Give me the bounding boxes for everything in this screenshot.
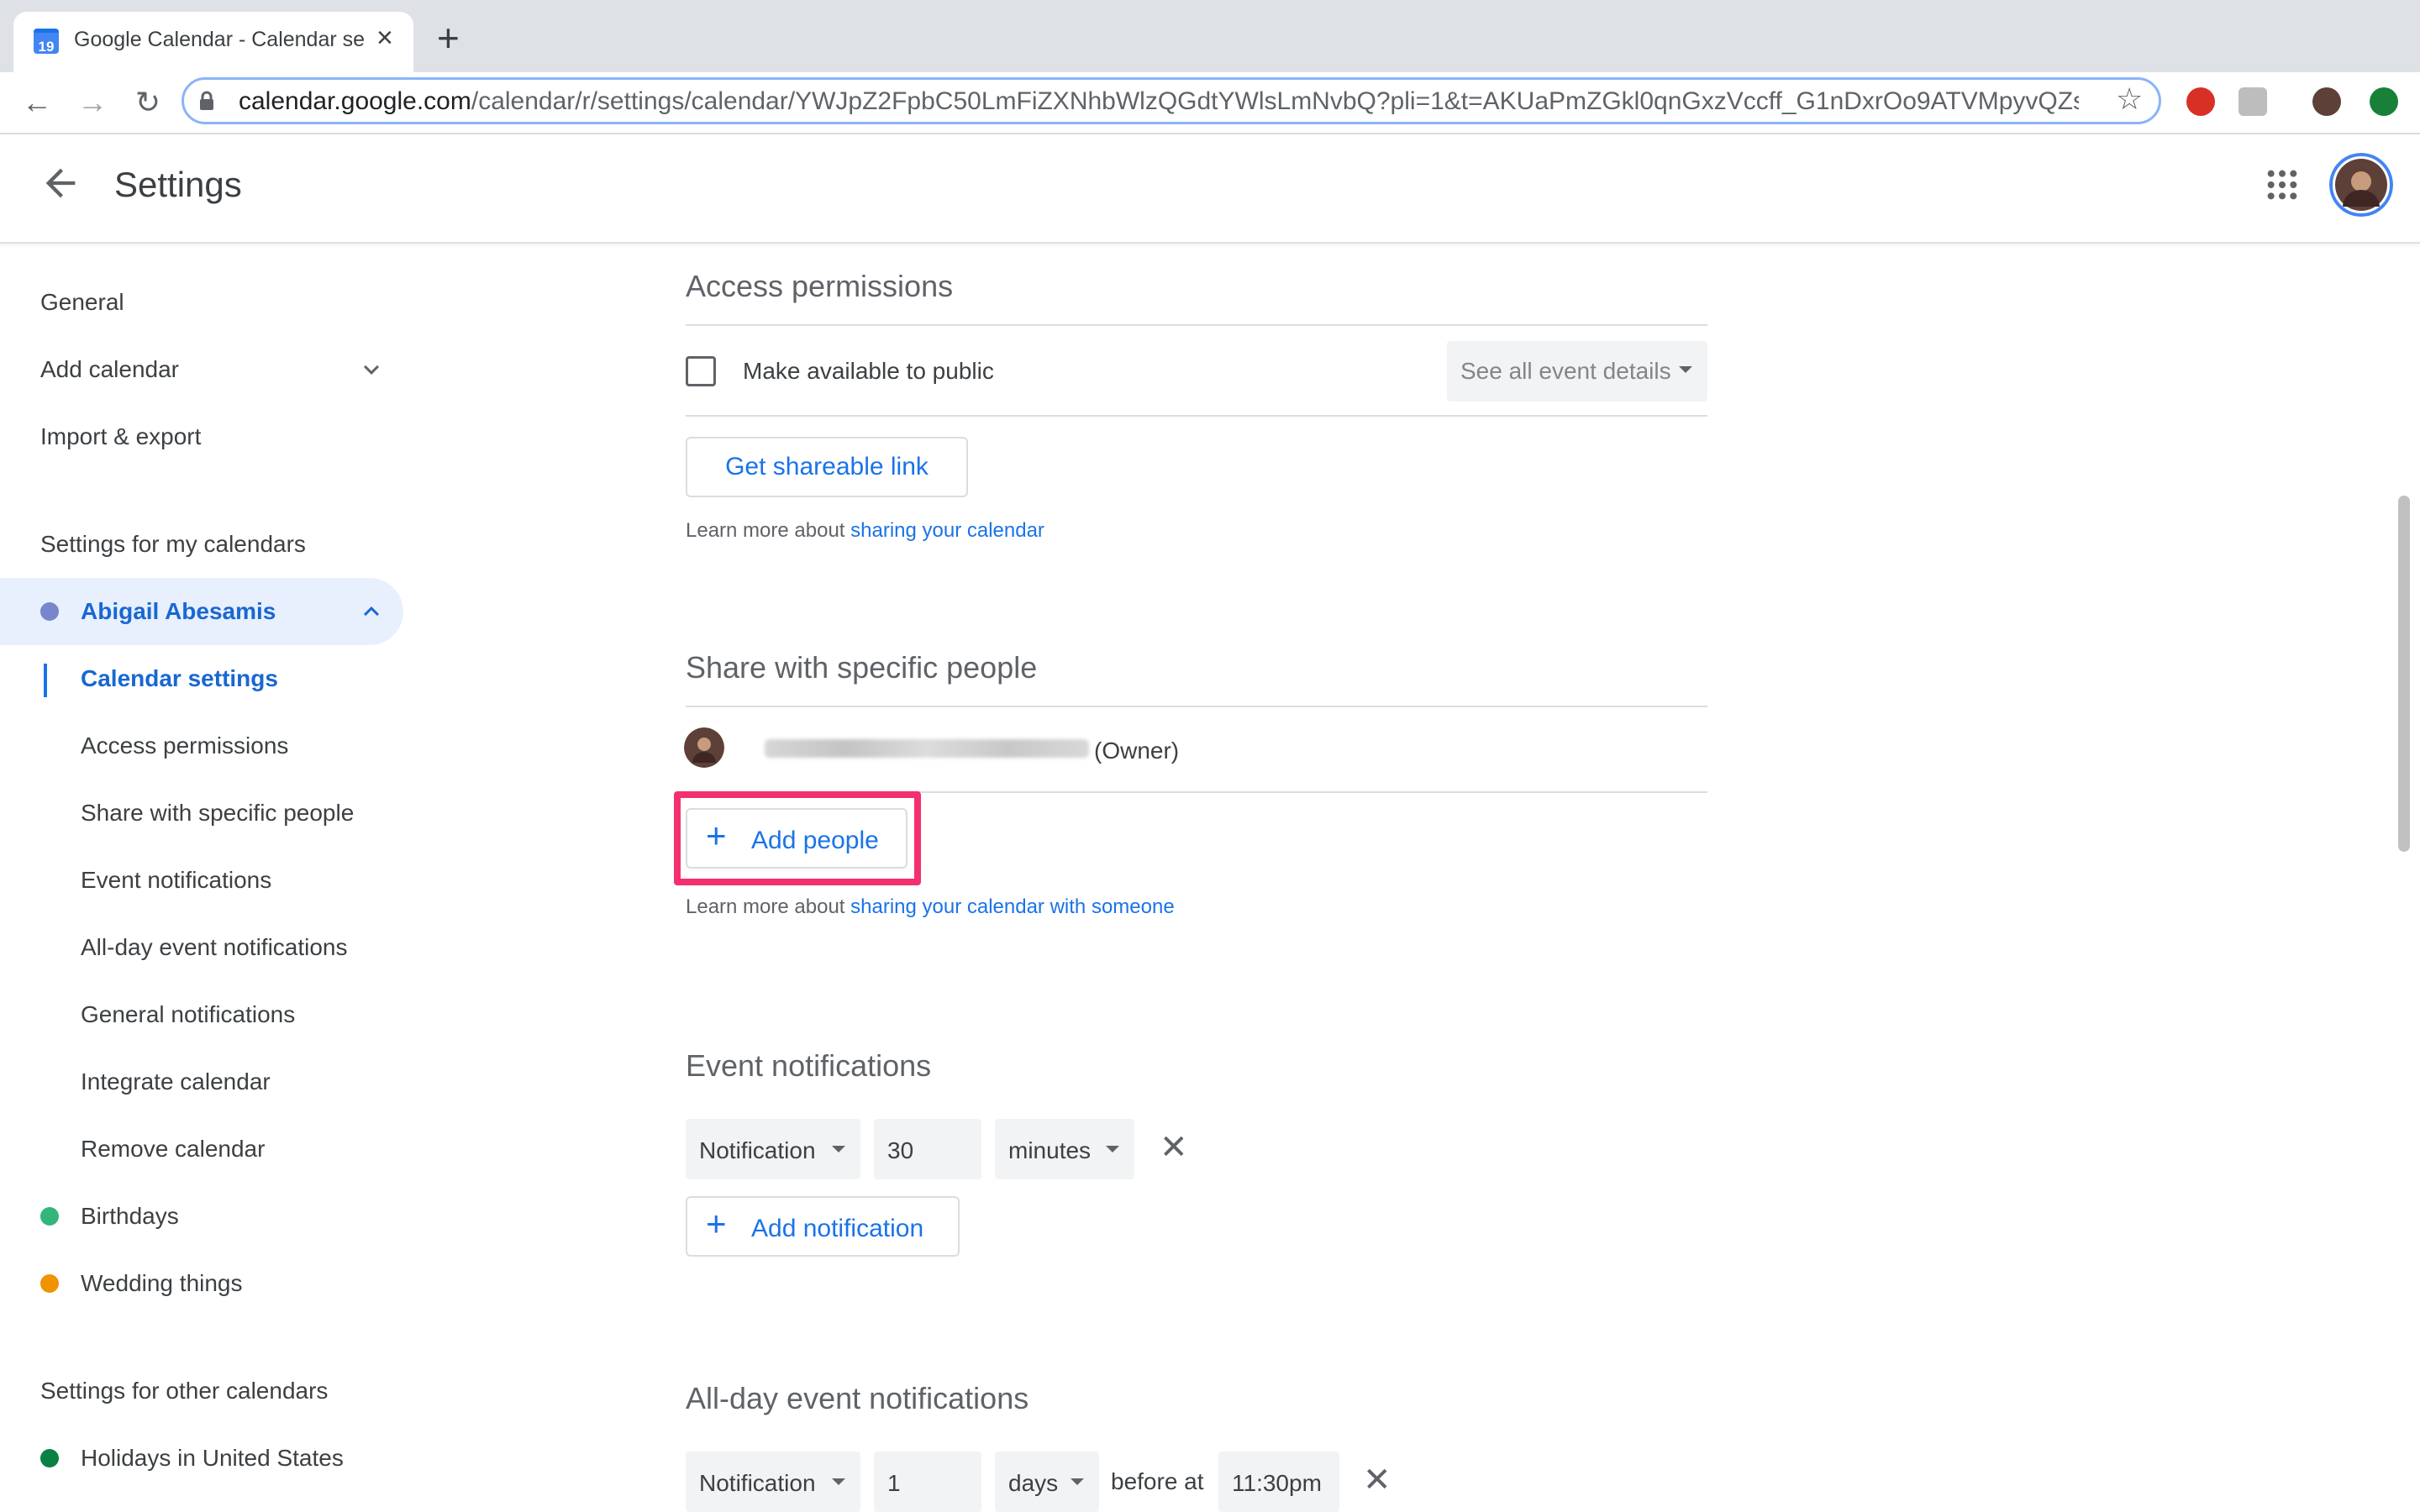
add-people-highlight xyxy=(674,791,921,885)
owner-tag: (Owner) xyxy=(1094,738,1180,764)
tab-title: Google Calendar - Calendar se xyxy=(74,28,366,51)
scrollbar-thumb[interactable] xyxy=(2398,496,2410,852)
url-text[interactable]: calendar.google.com/calendar/r/settings/… xyxy=(239,87,2079,116)
sidebar-sub-calendar-settings[interactable]: Calendar settings xyxy=(81,665,278,692)
profile-avatar-icon[interactable] xyxy=(2312,87,2341,116)
divider xyxy=(686,324,1707,326)
url-path: /calendar/r/settings/calendar/YWJpZ2FpbC… xyxy=(471,87,2079,115)
app-header xyxy=(0,134,2420,244)
back-icon[interactable]: ← xyxy=(15,81,59,124)
plus-icon: + xyxy=(706,1204,727,1243)
allday-notification-type-value: Notification xyxy=(699,1470,816,1496)
calendar-favicon-icon: 19 xyxy=(34,29,59,55)
allday-notification-time-value: 11:30pm xyxy=(1232,1470,1322,1496)
get-shareable-link-button[interactable]: Get shareable link xyxy=(686,437,968,497)
scrollbar-track[interactable] xyxy=(2396,244,2413,1512)
all-day-notifications-title: All-day event notifications xyxy=(686,1381,1029,1415)
owner-avatar xyxy=(684,727,724,768)
url-host: calendar.google.com xyxy=(239,87,471,115)
calendar-color-dot xyxy=(40,1274,59,1293)
chevron-down-icon[interactable] xyxy=(356,354,387,385)
learn-more-sharing: Learn more about sharing your calendar xyxy=(686,519,1044,543)
notification-amount-input[interactable]: 30 xyxy=(874,1119,981,1179)
share-specific-people-title: Share with specific people xyxy=(686,650,1038,685)
sidebar-sub-event-notifications[interactable]: Event notifications xyxy=(81,867,271,894)
my-calendars-heading: Settings for my calendars xyxy=(40,531,306,557)
select-caret-icon xyxy=(832,1478,845,1485)
page-title: Settings xyxy=(114,165,242,204)
allday-notification-unit-select[interactable]: days xyxy=(995,1452,1099,1512)
sidebar-item-holidays[interactable]: Holidays in United States xyxy=(81,1445,344,1472)
sidebar-item-wedding-things[interactable]: Wedding things xyxy=(81,1270,243,1297)
add-notification-button[interactable]: + Add notification xyxy=(686,1196,960,1257)
sidebar-sub-all-day-event-notifications[interactable]: All-day event notifications xyxy=(81,934,348,961)
divider xyxy=(686,706,1707,707)
allday-notification-unit-value: days xyxy=(1008,1470,1059,1496)
add-notification-label: Add notification xyxy=(751,1215,924,1242)
lock-icon xyxy=(200,91,213,110)
adblock-extension-icon[interactable] xyxy=(2186,87,2215,116)
other-calendars-heading: Settings for other calendars xyxy=(40,1378,329,1404)
allday-notification-type-select[interactable]: Notification xyxy=(686,1452,860,1512)
select-caret-icon xyxy=(1106,1146,1119,1152)
access-permissions-title: Access permissions xyxy=(686,269,954,303)
event-details-select: See all event details xyxy=(1447,341,1707,402)
reload-icon[interactable]: ↻ xyxy=(126,81,170,124)
make-public-checkbox[interactable] xyxy=(686,356,716,386)
calendar-color-dot xyxy=(40,1207,59,1226)
chevron-up-icon[interactable] xyxy=(356,596,387,627)
bookmark-star-icon[interactable]: ☆ xyxy=(2116,84,2143,114)
select-caret-icon xyxy=(1071,1478,1084,1485)
sidebar-item-birthdays[interactable]: Birthdays xyxy=(81,1203,179,1230)
notification-type-value: Notification xyxy=(699,1137,816,1163)
sidebar-sub-general-notifications[interactable]: General notifications xyxy=(81,1001,295,1028)
calendar-color-dot xyxy=(40,602,59,621)
remove-allday-notification-icon[interactable]: ✕ xyxy=(1363,1463,1392,1497)
sidebar-item-general[interactable]: General xyxy=(40,289,124,316)
forward-icon[interactable]: → xyxy=(71,81,114,124)
update-extension-icon[interactable] xyxy=(2370,87,2398,116)
select-caret-icon xyxy=(1679,366,1692,373)
remove-notification-icon[interactable]: ✕ xyxy=(1160,1131,1188,1164)
account-avatar[interactable] xyxy=(2329,153,2393,217)
tab-close-icon[interactable]: × xyxy=(376,24,393,52)
notification-unit-select[interactable]: minutes xyxy=(995,1119,1134,1179)
active-calendar-label[interactable]: Abigail Abesamis xyxy=(81,598,276,625)
divider xyxy=(686,415,1707,417)
sharing-with-someone-link[interactable]: sharing your calendar with someone xyxy=(850,895,1175,918)
google-apps-grid-icon[interactable] xyxy=(2265,168,2299,202)
make-public-label: Make available to public xyxy=(743,358,994,384)
sidebar-sub-remove-calendar[interactable]: Remove calendar xyxy=(81,1136,265,1163)
learn-more-prefix: Learn more about xyxy=(686,519,851,542)
sharing-your-calendar-link[interactable]: sharing your calendar xyxy=(850,519,1044,542)
select-caret-icon xyxy=(832,1146,845,1152)
extension-icon[interactable] xyxy=(2238,87,2267,116)
learn-more-sharing-someone: Learn more about sharing your calendar w… xyxy=(686,895,1175,919)
notification-unit-value: minutes xyxy=(1008,1137,1092,1163)
active-indicator xyxy=(44,664,47,697)
allday-notification-amount-input[interactable]: 1 xyxy=(874,1452,981,1512)
sidebar-sub-share-with-specific-people[interactable]: Share with specific people xyxy=(81,800,354,827)
before-at-label: before at xyxy=(1111,1468,1204,1494)
event-details-select-value: See all event details xyxy=(1460,358,1671,384)
settings-back-arrow-icon[interactable] xyxy=(39,161,82,205)
sidebar-item-import-export[interactable]: Import & export xyxy=(40,423,201,450)
event-notifications-title: Event notifications xyxy=(686,1048,932,1083)
sidebar-sub-integrate-calendar[interactable]: Integrate calendar xyxy=(81,1068,271,1095)
new-tab-icon[interactable]: + xyxy=(437,18,460,57)
notification-amount-value: 30 xyxy=(887,1137,914,1163)
notification-type-select[interactable]: Notification xyxy=(686,1119,860,1179)
sidebar-item-add-calendar[interactable]: Add calendar xyxy=(40,356,179,383)
learn-more-prefix: Learn more about xyxy=(686,895,851,918)
calendar-color-dot xyxy=(40,1449,59,1467)
sidebar-sub-access-permissions[interactable]: Access permissions xyxy=(81,732,288,759)
allday-notification-amount-value: 1 xyxy=(887,1470,901,1496)
allday-notification-time-input[interactable]: 11:30pm xyxy=(1218,1452,1339,1512)
owner-email-redacted xyxy=(765,739,1089,758)
